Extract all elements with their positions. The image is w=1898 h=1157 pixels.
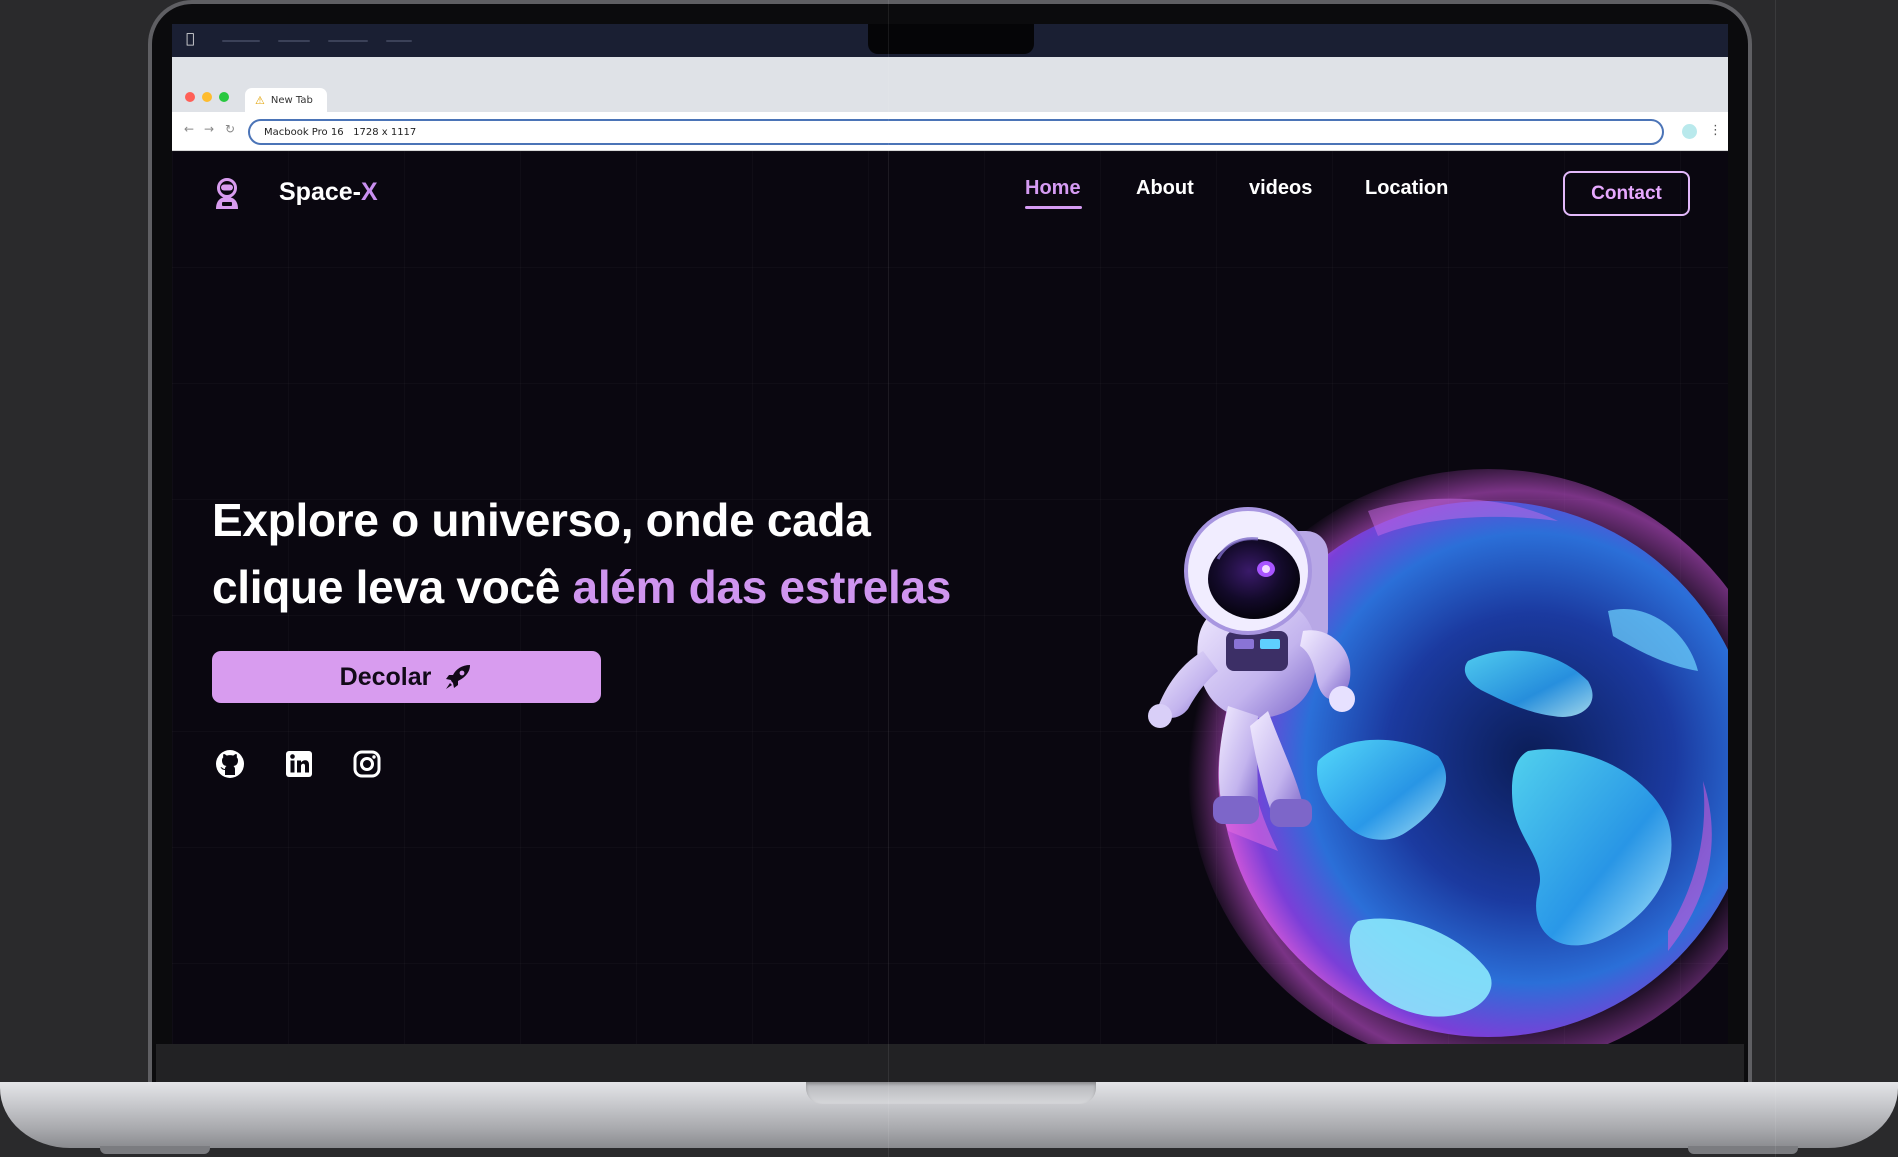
- hero-headline-line-1: Explore o universo, onde cada: [212, 494, 871, 546]
- nav-about[interactable]: About: [1136, 177, 1194, 200]
- nav-videos[interactable]: videos: [1249, 177, 1312, 200]
- reload-icon[interactable]: ↻: [225, 123, 235, 135]
- window-zoom-button[interactable]: [219, 92, 229, 102]
- guide-line: [888, 0, 889, 1157]
- brand-prefix: Space-: [279, 178, 361, 206]
- brand-accent: X: [360, 178, 378, 206]
- window-minimize-button[interactable]: [202, 92, 212, 102]
- laptop-foot-left: [100, 1146, 210, 1154]
- brand-name[interactable]: Space-X: [279, 178, 378, 207]
- browser-menu-icon[interactable]: ⋮: [1709, 121, 1722, 141]
- menu-item-placeholder[interactable]: [386, 40, 412, 42]
- camera-notch: [868, 24, 1034, 54]
- laptop-chin: [156, 1044, 1744, 1086]
- profile-avatar[interactable]: [1682, 124, 1697, 139]
- tab-title: New Tab: [270, 94, 313, 106]
- address-text: Macbook Pro 16 1728 x 1117: [264, 126, 417, 138]
- astronaut-planet-illustration: [1148, 469, 1728, 1044]
- address-bar[interactable]: Macbook Pro 16 1728 x 1117: [248, 119, 1664, 145]
- back-arrow-icon[interactable]: ←: [184, 123, 194, 135]
- instagram-icon[interactable]: [351, 748, 383, 780]
- menu-item-placeholder[interactable]: [328, 40, 368, 42]
- apple-logo-icon[interactable]: : [186, 31, 200, 47]
- takeoff-button[interactable]: Decolar: [212, 651, 601, 703]
- laptop-opening-notch: [806, 1082, 1096, 1104]
- browser-tab-bar: [172, 57, 1728, 112]
- rocket-icon: [446, 665, 471, 689]
- window-close-button[interactable]: [185, 92, 195, 102]
- website-page: Space-X Home About videos Location Conta…: [172, 151, 1728, 1044]
- nav-home[interactable]: Home: [1025, 177, 1081, 200]
- laptop-screen:  ⚠ New Tab ← → ↻ Macbook Pro 16 1728 x …: [172, 24, 1728, 1044]
- menu-item-placeholder[interactable]: [222, 40, 260, 42]
- menu-item-placeholder[interactable]: [278, 40, 310, 42]
- warning-icon: ⚠: [255, 93, 265, 107]
- forward-arrow-icon[interactable]: →: [204, 123, 214, 135]
- astronaut-logo-icon[interactable]: [212, 178, 242, 210]
- nav-active-underline: [1025, 206, 1082, 209]
- github-icon[interactable]: [214, 748, 246, 780]
- nav-location[interactable]: Location: [1365, 177, 1448, 200]
- hero-headline-line-2: clique leva você além das estrelas: [212, 560, 951, 614]
- takeoff-button-label: Decolar: [339, 662, 432, 691]
- hero-headline-accent: além das estrelas: [572, 561, 952, 613]
- laptop-foot-right: [1688, 1146, 1798, 1154]
- contact-button[interactable]: Contact: [1563, 171, 1690, 216]
- hero-headline-plain: clique leva você: [212, 561, 573, 613]
- linkedin-icon[interactable]: [283, 748, 315, 780]
- browser-tab[interactable]: ⚠ New Tab: [245, 88, 327, 112]
- guide-line: [1775, 0, 1776, 1157]
